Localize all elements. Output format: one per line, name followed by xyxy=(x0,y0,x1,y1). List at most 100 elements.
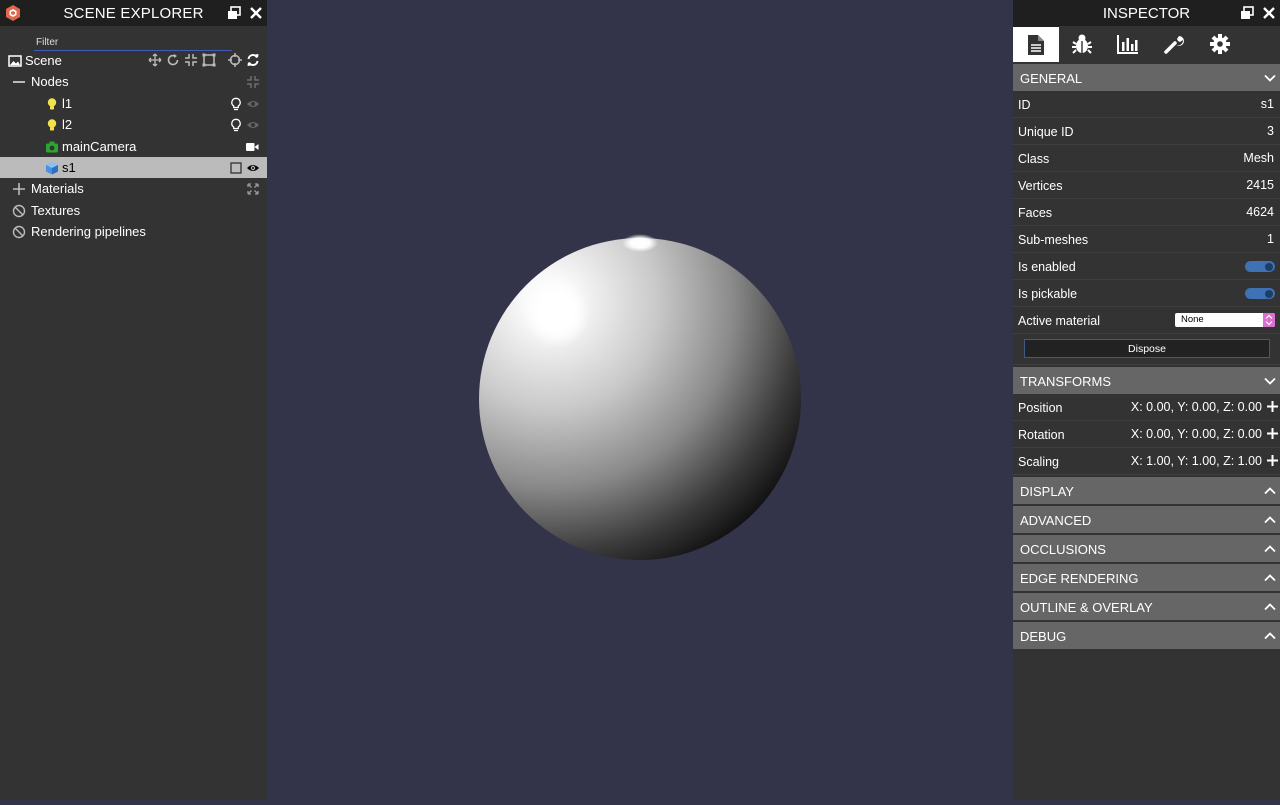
chevron-up-icon xyxy=(1264,574,1276,582)
lightbulb-icon xyxy=(47,119,57,131)
expand-plus-icon[interactable] xyxy=(12,182,26,196)
tab-properties[interactable] xyxy=(1013,26,1059,62)
tree-item-label: l1 xyxy=(62,95,73,111)
section-title: ADVANCED xyxy=(1020,513,1092,528)
tab-tools[interactable] xyxy=(1151,26,1197,61)
tree-item-rendering-pipelines[interactable]: Rendering pipelines xyxy=(0,221,267,242)
chevron-down-icon xyxy=(1264,377,1276,385)
expand-plus-icon[interactable] xyxy=(1267,455,1278,466)
tools-icon xyxy=(1164,35,1184,54)
tree-item-nodes[interactable]: Nodes xyxy=(0,71,267,92)
prop-value: 4624 xyxy=(1246,205,1274,219)
close-icon[interactable] xyxy=(249,6,263,20)
select-arrows-icon xyxy=(1263,313,1275,327)
section-display-header[interactable]: DISPLAY xyxy=(1013,477,1280,504)
tree-item-label: Materials xyxy=(31,181,84,197)
video-camera-icon[interactable] xyxy=(245,140,259,154)
filter-row xyxy=(0,26,267,51)
refresh-icon[interactable] xyxy=(246,53,260,67)
debug-icon xyxy=(1072,34,1092,54)
prop-value: X: 0.00, Y: 0.00, Z: 0.00 xyxy=(1130,427,1262,441)
sphere-mesh[interactable] xyxy=(479,238,801,560)
lightbulb-outline-icon[interactable] xyxy=(229,97,243,111)
rotate-gizmo-icon[interactable] xyxy=(166,53,180,67)
prop-scaling: Scaling X: 1.00, Y: 1.00, Z: 1.00 xyxy=(1013,448,1280,475)
prop-unique-id: Unique ID 3 xyxy=(1013,118,1280,145)
section-transforms-header[interactable]: TRANSFORMS xyxy=(1013,367,1280,394)
cube-icon xyxy=(46,161,58,175)
chevron-up-icon xyxy=(1264,632,1276,640)
prop-label: Unique ID xyxy=(1018,125,1074,139)
scale-gizmo-icon[interactable] xyxy=(184,53,198,67)
tab-debug[interactable] xyxy=(1059,26,1105,61)
section-advanced-header[interactable]: ADVANCED xyxy=(1013,506,1280,533)
is-enabled-toggle[interactable] xyxy=(1245,261,1275,272)
tab-settings[interactable] xyxy=(1197,26,1243,61)
eye-icon[interactable] xyxy=(246,118,260,132)
prop-active-material: Active material None xyxy=(1013,307,1280,334)
lightbulb-outline-icon[interactable] xyxy=(229,118,243,132)
section-debug-header[interactable]: DEBUG xyxy=(1013,622,1280,649)
expand-plus-icon[interactable] xyxy=(1267,401,1278,412)
tree-item-node-selected[interactable]: s1 xyxy=(0,156,267,179)
chevron-up-icon xyxy=(1264,516,1276,524)
properties-icon xyxy=(1028,34,1044,55)
prop-label: Is enabled xyxy=(1018,260,1076,274)
bounding-box-toggle-icon[interactable] xyxy=(229,161,243,175)
prop-is-pickable: Is pickable xyxy=(1013,280,1280,307)
bounding-box-gizmo-icon[interactable] xyxy=(202,53,216,67)
expand-arrows-icon[interactable] xyxy=(247,183,259,195)
specular-highlight xyxy=(524,280,590,348)
translate-gizmo-icon[interactable] xyxy=(148,53,162,67)
tree-item-label: Nodes xyxy=(31,74,69,90)
inspector-tabs xyxy=(1013,26,1280,63)
tree-item-node[interactable]: l2 xyxy=(0,114,267,135)
chevron-up-icon xyxy=(1264,487,1276,495)
section-title: DEBUG xyxy=(1020,629,1067,644)
tree-item-node[interactable]: mainCamera xyxy=(0,136,267,157)
tree-item-materials[interactable]: Materials xyxy=(0,178,267,199)
eye-icon[interactable] xyxy=(246,97,260,111)
3d-viewport[interactable] xyxy=(267,0,1013,800)
specular-highlight-top xyxy=(622,234,658,252)
ban-icon xyxy=(12,204,26,217)
tree-item-label: Scene xyxy=(25,53,62,68)
section-general-header[interactable]: GENERAL xyxy=(1013,64,1280,91)
camera-icon xyxy=(46,141,58,153)
prop-value: 3 xyxy=(1267,124,1274,138)
section-edge-rendering-header[interactable]: EDGE RENDERING xyxy=(1013,564,1280,591)
is-pickable-toggle[interactable] xyxy=(1245,288,1275,299)
filter-input[interactable] xyxy=(34,36,232,51)
viewport-canvas[interactable] xyxy=(267,0,1013,800)
picking-crosshair-icon[interactable] xyxy=(228,53,242,67)
undock-icon[interactable] xyxy=(227,6,241,20)
tree-item-textures[interactable]: Textures xyxy=(0,200,267,221)
prop-label: Class xyxy=(1018,152,1050,166)
tree-item-node[interactable]: l1 xyxy=(0,93,267,114)
undock-icon[interactable] xyxy=(1240,6,1254,20)
collapse-minus-icon[interactable] xyxy=(12,75,26,89)
section-title: OCCLUSIONS xyxy=(1020,542,1106,557)
tree-item-label: mainCamera xyxy=(62,138,137,154)
close-icon[interactable] xyxy=(1262,6,1276,20)
dispose-button[interactable]: Dispose xyxy=(1024,339,1270,358)
expand-plus-icon[interactable] xyxy=(1267,428,1278,439)
section-occlusions-header[interactable]: OCCLUSIONS xyxy=(1013,535,1280,562)
eye-icon[interactable] xyxy=(246,161,260,175)
dispose-row: Dispose xyxy=(1013,334,1280,365)
tree-item-label: Rendering pipelines xyxy=(31,224,146,240)
scene-explorer-panel: SCENE EXPLORER Scene xyxy=(0,0,267,800)
tree-item-label: s1 xyxy=(62,159,76,175)
image-icon xyxy=(8,55,22,67)
prop-label: Vertices xyxy=(1018,179,1063,193)
prop-value: Mesh xyxy=(1243,151,1274,165)
active-material-select[interactable]: None xyxy=(1175,313,1275,327)
inspector-panel: INSPECTOR GENERAL ID s1 Unique ID 3 Clas… xyxy=(1013,0,1280,800)
prop-label: Is pickable xyxy=(1018,287,1078,301)
section-title: TRANSFORMS xyxy=(1020,374,1111,389)
compress-icon[interactable] xyxy=(247,76,259,89)
tree-item-scene[interactable]: Scene xyxy=(0,50,267,71)
tab-statistics[interactable] xyxy=(1105,26,1151,61)
settings-icon xyxy=(1210,33,1230,54)
section-outline-overlay-header[interactable]: OUTLINE & OVERLAY xyxy=(1013,593,1280,620)
